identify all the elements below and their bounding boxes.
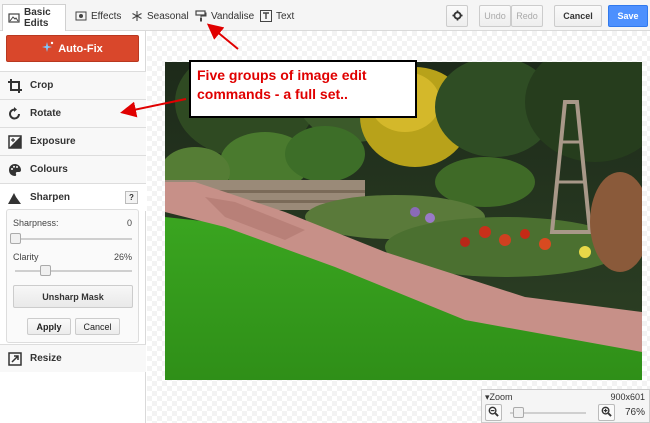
resize-command[interactable]: Resize [0,344,146,372]
palette-icon [8,163,22,177]
image-dimensions: 900x601 [610,392,645,402]
zoom-in-icon [601,406,612,420]
crop-command[interactable]: Crop [0,71,146,99]
sharpen-label: Sharpen [30,192,71,203]
unsharp-mask-button[interactable]: Unsharp Mask [13,285,133,308]
settings-button[interactable] [446,5,468,27]
sharpness-label: Sharpness: [13,218,59,228]
exposure-icon [8,134,22,149]
rotate-command[interactable]: Rotate [0,99,146,127]
sharpen-command[interactable]: Sharpen ? [0,183,146,211]
tab-text[interactable]: Text [255,4,297,28]
clarity-value: 26% [113,252,132,262]
image-icon [8,12,20,24]
resize-icon [8,351,22,366]
edit-panel: Auto-Fix Crop Rotate Exposure Colours Sh… [0,31,146,423]
panel-cancel-button[interactable]: Cancel [75,318,120,335]
text-icon [260,10,272,22]
autofix-label: Auto-Fix [58,42,103,55]
resize-label: Resize [30,353,62,364]
paint-roller-icon [195,10,207,22]
tab-basic-edits[interactable]: Basic Edits [2,4,66,31]
clarity-slider-thumb[interactable] [40,265,52,276]
tab-effects[interactable]: Effects [70,4,122,28]
sharpness-slider-thumb[interactable] [10,233,21,244]
colours-label: Colours [30,164,68,175]
crop-icon [8,78,22,93]
clarity-label: Clarity [13,252,39,262]
gear-icon [451,9,463,23]
zoom-out-button[interactable] [485,404,502,421]
tab-label: Effects [91,10,122,22]
zoom-in-button[interactable] [598,404,615,421]
undo-button[interactable]: Undo [479,5,511,27]
tab-label: Seasonal [147,10,189,22]
zoom-label: Zoom [489,392,513,402]
autofix-button[interactable]: Auto-Fix [6,35,139,62]
zoom-out-icon [488,406,499,420]
toolbar: Basic Edits Effects Seasonal Vandalise T… [0,0,650,31]
sharpness-slider[interactable] [15,238,132,240]
tab-label: Vandalise [211,10,255,22]
rotate-icon [8,106,22,121]
tab-label: Basic Edits [24,7,51,29]
effects-icon [75,10,87,22]
rotate-label: Rotate [30,108,62,119]
tab-seasonal[interactable]: Seasonal [126,4,189,28]
colours-command[interactable]: Colours [0,155,146,183]
apply-button[interactable]: Apply [27,318,71,335]
help-button[interactable]: ? [125,191,138,204]
sparkle-icon [42,41,54,56]
clarity-slider[interactable] [15,270,132,272]
exposure-command[interactable]: Exposure [0,127,146,155]
sharpness-value: 0 [126,218,132,228]
zoom-panel: ▾Zoom 900x601 76% [481,389,650,423]
cancel-button[interactable]: Cancel [554,5,602,27]
redo-button[interactable]: Redo [511,5,543,27]
annotation-callout: Five groups of image edit commands - a f… [189,60,417,118]
exposure-label: Exposure [30,136,76,147]
save-button[interactable]: Save [608,5,648,27]
sharpen-icon [8,191,22,205]
tab-vandalise[interactable]: Vandalise [190,4,254,28]
zoom-percent: 76% [624,407,645,418]
zoom-title[interactable]: ▾Zoom [485,392,513,403]
snowflake-icon [131,10,143,22]
crop-label: Crop [30,80,54,91]
zoom-slider-thumb[interactable] [512,407,524,418]
tab-label: Text [276,10,295,22]
